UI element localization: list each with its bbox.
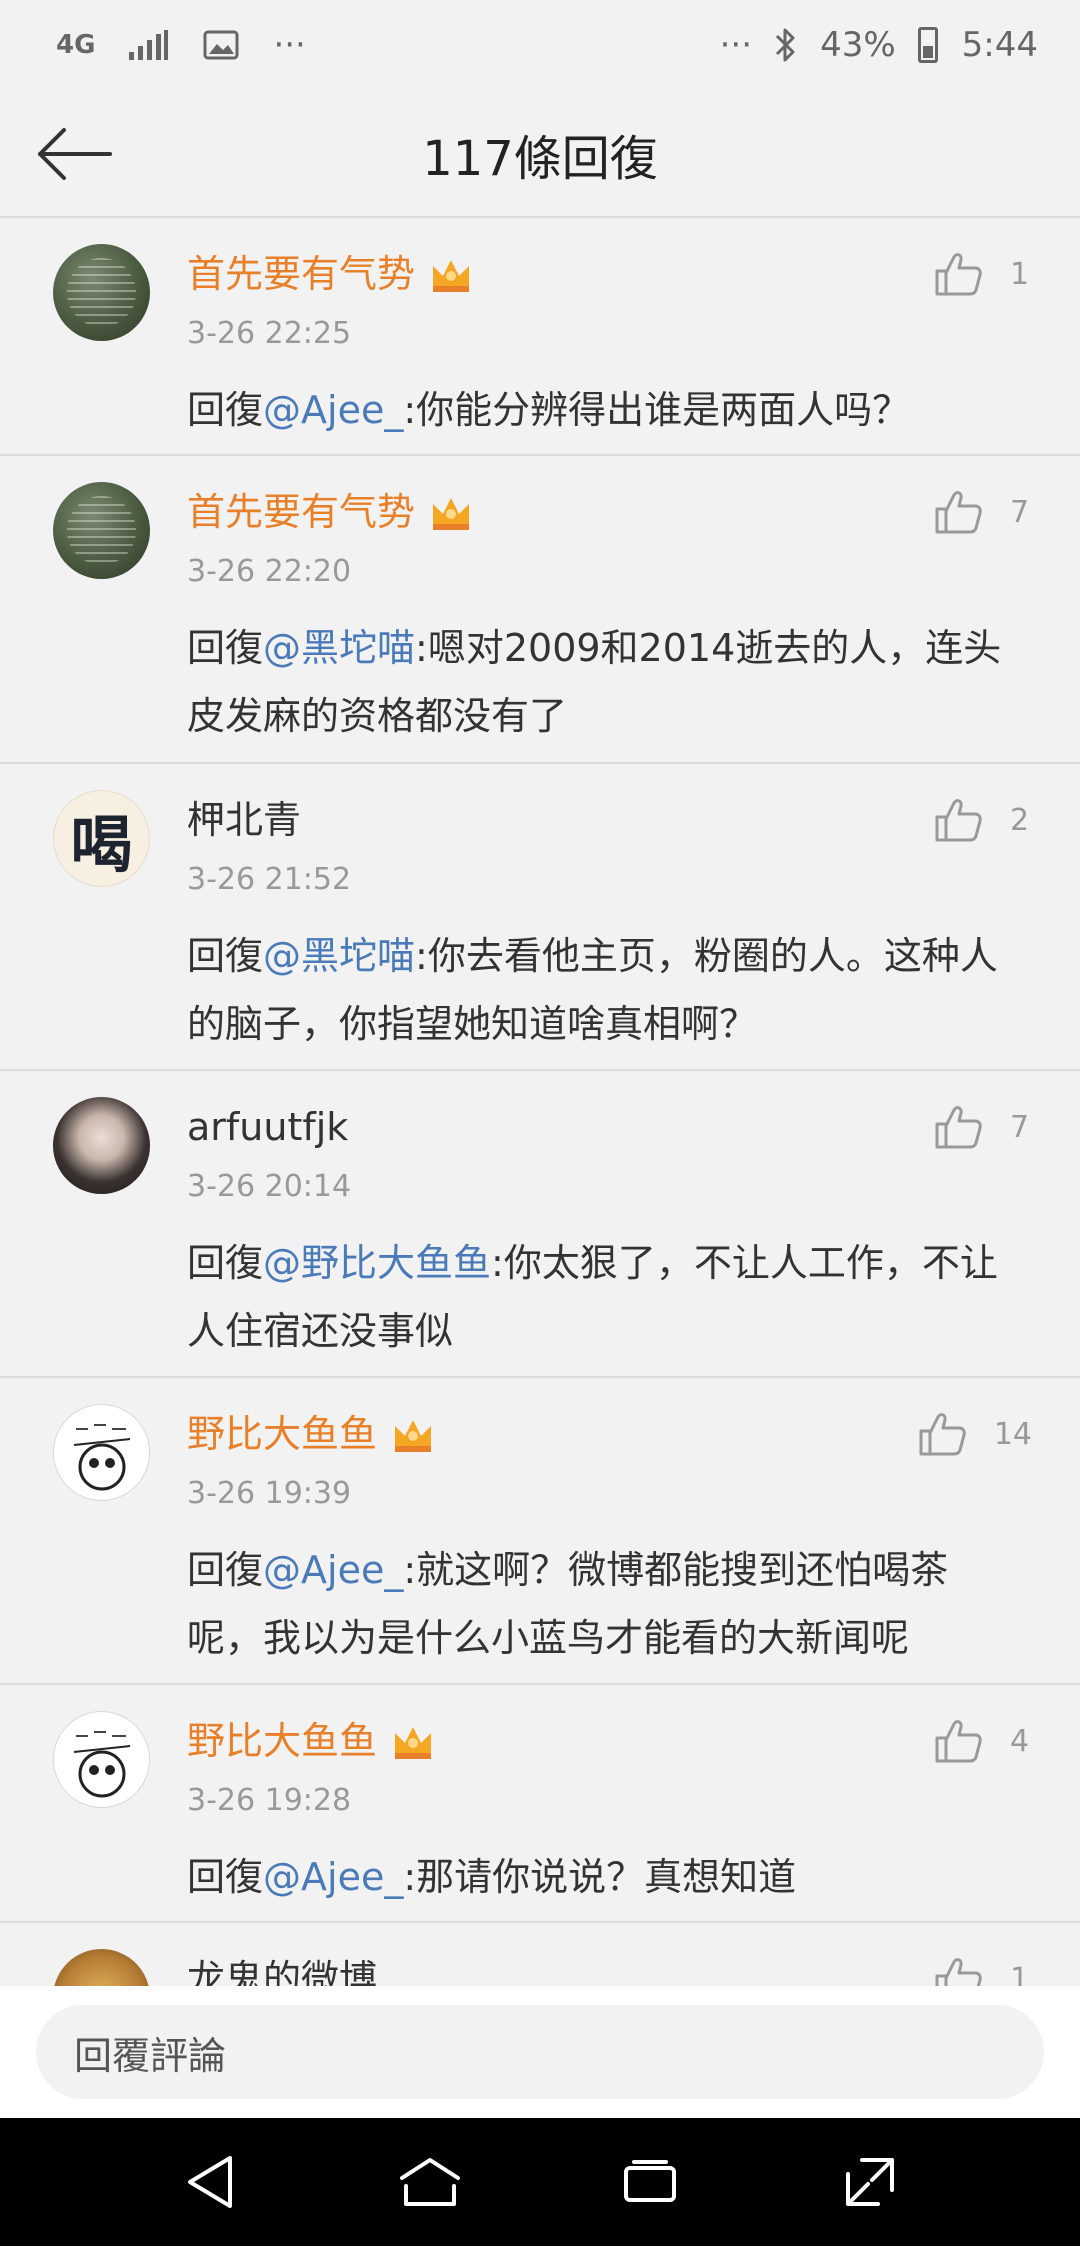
battery-icon [917,27,938,63]
like-count: 4 [1010,1723,1030,1759]
status-right: ··· 43% 5:44 [720,25,1038,65]
recents-icon [624,2160,676,2202]
comment-item[interactable]: 首先要有气势 3-26 22:25 回復@Ajee_:你能分辨得出谁是两面人吗？… [0,218,1080,456]
like-count: 1 [1010,1961,1030,1987]
comment-timestamp: 3-26 22:25 [187,316,352,351]
comment-text: :你能分辨得出谁是两面人吗？ [403,388,911,432]
triangle-back-icon [188,2156,232,2208]
expand-icon [846,2158,894,2206]
like-button[interactable]: 7 [934,480,1032,544]
bluetooth-icon [774,26,798,64]
vip-crown-icon [429,252,473,296]
mention-link[interactable]: @Ajee_ [263,388,403,432]
like-button[interactable]: 4 [934,1709,1032,1773]
username[interactable]: 柙北青 [187,788,301,852]
comment-content[interactable]: 回復@Ajee_:那请你说说？真想知道 [187,1843,1040,1911]
comment-item[interactable]: 野比大鱼鱼 3-26 19:28 回復@Ajee_:那请你说说？真想知道 4 [0,1685,1080,1923]
like-count: 7 [1010,1109,1030,1145]
comment-item[interactable]: arfuutfjk 3-26 20:14 回復@野比大鱼鱼:你太狠了，不让人工作… [0,1071,1080,1378]
reply-prefix: 回復 [187,1548,264,1592]
thumbs-up-icon [935,1106,982,1149]
image-notification-icon [203,30,239,60]
username[interactable]: 首先要有气势 [187,242,415,306]
comment-item[interactable]: 喝 柙北青 3-26 21:52 回復@黑坨喵:你去看他主页，粉圈的人。这种人的… [0,764,1080,1071]
like-button[interactable]: 2 [934,788,1032,852]
username[interactable]: arfuutfjk [187,1095,348,1159]
clock: 5:44 [961,25,1038,65]
username[interactable]: 龙鬼的微博 [187,1947,377,1986]
thumbs-up-icon [935,1958,982,1986]
network-type-icon: 4G [56,30,96,60]
mention-link[interactable]: @野比大鱼鱼 [263,1241,491,1285]
status-left: 4G ··· [56,25,306,65]
thumbs-up-icon [935,253,982,296]
reply-bar: 回覆評論 [0,1986,1080,2118]
comment-text: :那请你说说？真想知道 [403,1855,797,1899]
comment-timestamp: 3-26 20:14 [187,1169,352,1204]
thumbs-up-icon [935,1720,982,1763]
mention-link[interactable]: @Ajee_ [263,1548,403,1592]
comment-timestamp: 3-26 19:39 [187,1476,352,1511]
thumbs-up-icon [935,491,982,534]
nav-recents-button[interactable] [605,2137,695,2227]
signal-icon [129,30,169,60]
reply-prefix: 回復 [187,1241,264,1285]
more-notifications-icon: ··· [273,25,306,65]
screen: 4G ··· ··· 43% 5:44 117條回復 首先要有气势 3-26 2… [0,0,1080,2246]
username[interactable]: 野比大鱼鱼 [187,1709,377,1773]
reply-prefix: 回復 [187,388,264,432]
page-title: 117條回復 [422,131,658,187]
comment-item[interactable]: 野比大鱼鱼 3-26 19:39 回復@Ajee_:就这啊？微博都能搜到还怕喝茶… [0,1378,1080,1685]
comment-content[interactable]: 回復@野比大鱼鱼:你太狠了，不让人工作，不让人住宿还没事似 [187,1229,1040,1365]
nav-home-button[interactable] [385,2137,475,2227]
mention-link[interactable]: @Ajee_ [263,1855,403,1899]
header: 117條回復 [0,90,1080,218]
comment-timestamp: 3-26 21:52 [187,862,352,897]
like-count: 2 [1010,802,1030,838]
like-button[interactable]: 14 [918,1402,1032,1466]
comment-timestamp: 3-26 19:28 [187,1783,352,1818]
reply-comment-input[interactable]: 回覆評論 [36,2005,1044,2099]
comment-content[interactable]: 回復@Ajee_:你能分辨得出谁是两面人吗？ [187,376,1040,444]
home-icon [400,2158,460,2206]
thumbs-up-icon [919,1413,966,1456]
nav-back-button[interactable] [165,2137,255,2227]
comment-item[interactable]: 龙鬼的微博 1 [0,1923,1080,1986]
comment-list[interactable]: 首先要有气势 3-26 22:25 回復@Ajee_:你能分辨得出谁是两面人吗？… [0,218,1080,1986]
mention-link[interactable]: @黑坨喵 [263,626,415,670]
more-status-icon: ··· [719,25,753,65]
system-nav-bar [0,2118,1080,2246]
battery-percent: 43% [820,25,896,65]
vip-crown-icon [391,1719,435,1763]
vip-crown-icon [391,1412,435,1456]
comment-content[interactable]: 回復@Ajee_:就这啊？微博都能搜到还怕喝茶呢，我以为是什么小蓝鸟才能看的大新… [187,1536,1040,1672]
like-count: 14 [993,1416,1032,1452]
like-button[interactable]: 1 [934,242,1032,306]
mention-link[interactable]: @黑坨喵 [263,934,415,978]
reply-prefix: 回復 [187,626,264,670]
status-bar: 4G ··· ··· 43% 5:44 [0,0,1080,90]
vip-crown-icon [429,490,473,534]
comment-content[interactable]: 回復@黑坨喵:你去看他主页，粉圈的人。这种人的脑子，你指望她知道啥真相啊？ [187,922,1040,1058]
comment-content[interactable]: 回復@黑坨喵:嗯对2009和2014逝去的人，连头皮发麻的资格都没有了 [187,614,1040,750]
like-count: 7 [1010,494,1030,530]
like-count: 1 [1010,256,1030,292]
reply-prefix: 回復 [187,934,264,978]
thumbs-up-icon [935,799,982,842]
username[interactable]: 首先要有气势 [187,480,415,544]
comment-timestamp: 3-26 22:20 [187,554,352,589]
nav-expand-button[interactable] [825,2137,915,2227]
username[interactable]: 野比大鱼鱼 [187,1402,377,1466]
reply-prefix: 回復 [187,1855,264,1899]
like-button[interactable]: 1 [934,1947,1032,1986]
like-button[interactable]: 7 [934,1095,1032,1159]
comment-item[interactable]: 首先要有气势 3-26 22:20 回復@黑坨喵:嗯对2009和2014逝去的人… [0,456,1080,764]
